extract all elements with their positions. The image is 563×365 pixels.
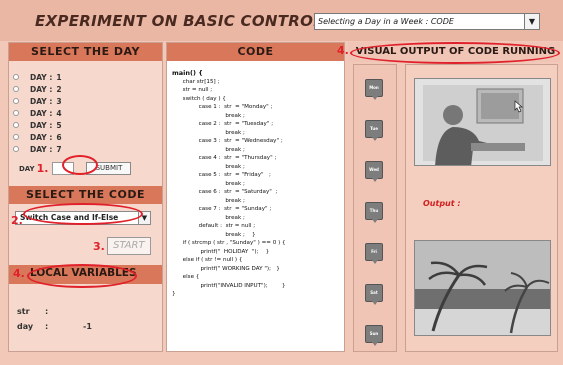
left-panel: SELECT THE DAY DAY :1 DAY :2 DAY :3 DAY :4D…	[8, 42, 163, 352]
code-line: case 4 : str = "Thursday" ;	[172, 155, 277, 161]
view-select-value: Selecting a Day in a Week : CODE	[318, 17, 454, 26]
day-sign-icon: Thu	[365, 202, 383, 223]
code-line: printf("INVALID INPUT"); }	[172, 282, 286, 289]
code-line: case 5 : str = "Friday" ;	[172, 172, 271, 178]
radio-button[interactable]	[13, 86, 19, 92]
radio-button[interactable]	[13, 134, 19, 140]
day-option[interactable]: DAY :5	[13, 119, 62, 131]
local-variable-colon: :	[45, 307, 49, 316]
code-line: break ;	[172, 163, 245, 170]
start-row: 3. START	[93, 237, 151, 255]
day-option-label: DAY :	[30, 84, 53, 94]
day-option-value: 5	[56, 120, 62, 130]
day-option-label: DAY :	[30, 96, 53, 106]
code-line: break ;	[172, 214, 245, 221]
day-option-value: 7	[56, 144, 62, 154]
day-option[interactable]: DAY :6	[13, 131, 62, 143]
output-label: Output :	[423, 199, 461, 208]
annotation-step-1: 1.	[36, 162, 49, 175]
code-line: case 6 : str = "Saturday" ;	[172, 189, 278, 195]
code-panel: CODE main() { char str[15] ; str = null …	[166, 42, 345, 352]
day-icon-column: Mon Tue Wed Thu Fri Sat Sun	[353, 64, 397, 352]
local-variable-colon: :	[45, 322, 49, 331]
code-line: break ; }	[172, 231, 256, 238]
radio-button[interactable]	[13, 74, 19, 80]
radio-button[interactable]	[13, 146, 19, 152]
code-line: str = null ;	[172, 87, 213, 93]
code-line: }	[172, 291, 176, 297]
day-option-value: 2	[56, 84, 62, 94]
annotation-step-4: 4.	[13, 267, 25, 280]
code-line: case 3 : str = "Wednesday" ;	[172, 138, 283, 144]
annotation-step-3: 3.	[93, 239, 105, 253]
day-option-value: 6	[56, 132, 62, 142]
day-sign-icon: Fri	[365, 243, 383, 264]
beach-image	[414, 240, 551, 336]
view-select[interactable]: Selecting a Day in a Week : CODE ▼	[314, 13, 540, 30]
day-option-value: 4	[56, 108, 62, 118]
day-sign-icon: Mon	[365, 79, 383, 100]
highlight-local-variables	[27, 264, 137, 288]
local-variables-list: str: day: -1	[17, 307, 92, 337]
select-code-heading: SELECT THE CODE	[9, 186, 162, 204]
local-variable-name: str	[17, 307, 30, 316]
code-line: break ;	[172, 112, 245, 119]
code-line: case 7 : str = "Sunday" ;	[172, 206, 272, 212]
highlight-day-input	[62, 155, 98, 175]
radio-button[interactable]	[13, 110, 19, 116]
code-listing: main() { char str[15] ; str = null ; swi…	[172, 69, 286, 299]
day-option-label: DAY :	[30, 120, 53, 130]
annotation-step-4b: 4.	[337, 44, 349, 57]
day-option[interactable]: DAY :1	[13, 71, 62, 83]
programmer-image	[414, 78, 551, 166]
code-line: case 2 : str = "Tuesday" ;	[172, 121, 274, 127]
code-line: else if ( str != null ) {	[172, 257, 243, 263]
code-line: break ;	[172, 197, 245, 204]
code-line: switch ( day ) {	[172, 95, 226, 102]
day-option-value: 3	[56, 96, 62, 106]
code-line: default : str = null ;	[172, 223, 256, 229]
local-variable-row: str:	[17, 307, 92, 322]
code-heading: CODE	[167, 43, 344, 61]
annotation-step-2: 2.	[11, 214, 23, 227]
local-variable-name: day	[17, 322, 34, 331]
highlight-code-select	[23, 203, 143, 225]
day-option[interactable]: DAY :4	[13, 107, 62, 119]
code-line: break ;	[172, 146, 245, 153]
local-variable-row: day: -1	[17, 322, 92, 337]
day-option[interactable]: DAY :7	[13, 143, 62, 155]
chevron-down-icon[interactable]: ▼	[524, 14, 539, 29]
code-line: case 1 : str = "Monday" ;	[172, 104, 273, 110]
code-line: printf(" HOLIDAY "); }	[172, 248, 270, 255]
radio-button[interactable]	[13, 122, 19, 128]
start-button[interactable]: START	[106, 237, 151, 255]
code-line: char str[15] ;	[172, 78, 220, 85]
visual-output-area: Output :	[405, 64, 558, 352]
day-option-value: 1	[56, 72, 62, 82]
local-variable-value: -1	[83, 322, 92, 331]
day-sign-icon: Sun	[365, 325, 383, 346]
highlight-visual-output	[350, 42, 560, 64]
day-option-label: DAY :	[30, 108, 53, 118]
code-line: if ( strcmp ( str , "Sunday" ) == 0 ) {	[172, 240, 286, 246]
day-sign-icon: Wed	[365, 161, 383, 182]
day-option[interactable]: DAY :3	[13, 95, 62, 107]
code-line: break ;	[172, 180, 245, 187]
day-option-label: DAY :	[30, 132, 53, 142]
day-option-label: DAY :	[30, 144, 53, 154]
day-input-label: DAY	[19, 164, 35, 173]
code-line: printf(" WORKING DAY "); }	[172, 265, 280, 272]
select-day-heading: SELECT THE DAY	[9, 43, 162, 61]
day-option[interactable]: DAY :2	[13, 83, 62, 95]
code-line: else {	[172, 274, 200, 280]
day-sign-icon: Tue	[365, 120, 383, 141]
day-radio-list: DAY :1 DAY :2 DAY :3 DAY :4 DAY :5 DAY :6 DAY …	[13, 71, 62, 155]
app-header: EXPERIMENT ON BASIC CONTROL FLOW Selecti…	[0, 0, 563, 41]
code-line: main() {	[172, 69, 203, 77]
code-line: break ;	[172, 129, 245, 136]
day-sign-icon: Sat	[365, 284, 383, 305]
day-option-label: DAY :	[30, 72, 53, 82]
radio-button[interactable]	[13, 98, 19, 104]
